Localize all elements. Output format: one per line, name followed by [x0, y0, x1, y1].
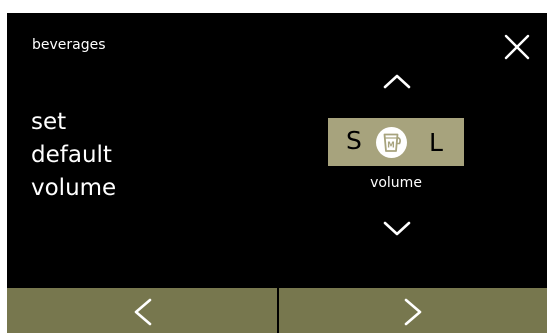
decrease-button[interactable]	[379, 216, 415, 240]
setting-title-line-3: volume	[31, 175, 117, 201]
size-large-label[interactable]: L	[429, 128, 443, 157]
next-button[interactable]	[279, 288, 547, 333]
chevron-left-icon	[134, 298, 152, 326]
volume-size-selector[interactable]: S M L	[328, 118, 464, 166]
increase-button[interactable]	[379, 69, 415, 93]
close-button[interactable]	[501, 31, 533, 63]
cup-medium-letter: M	[387, 141, 394, 150]
cup-medium-icon[interactable]: M	[375, 126, 408, 159]
chevron-up-icon	[383, 74, 411, 89]
size-small-label[interactable]: S	[346, 126, 362, 155]
setting-title-line-1: set	[31, 109, 67, 135]
parameter-label: volume	[370, 175, 422, 191]
setting-title: set default volume	[31, 106, 116, 205]
category-label: beverages	[32, 37, 106, 53]
setting-title-line-2: default	[31, 142, 112, 168]
close-icon	[504, 34, 530, 60]
navigation-bar	[7, 288, 547, 333]
previous-button[interactable]	[7, 288, 277, 333]
chevron-down-icon	[383, 221, 411, 236]
screen: beverages set default volume S M L volum…	[7, 13, 547, 333]
chevron-right-icon	[404, 298, 422, 326]
